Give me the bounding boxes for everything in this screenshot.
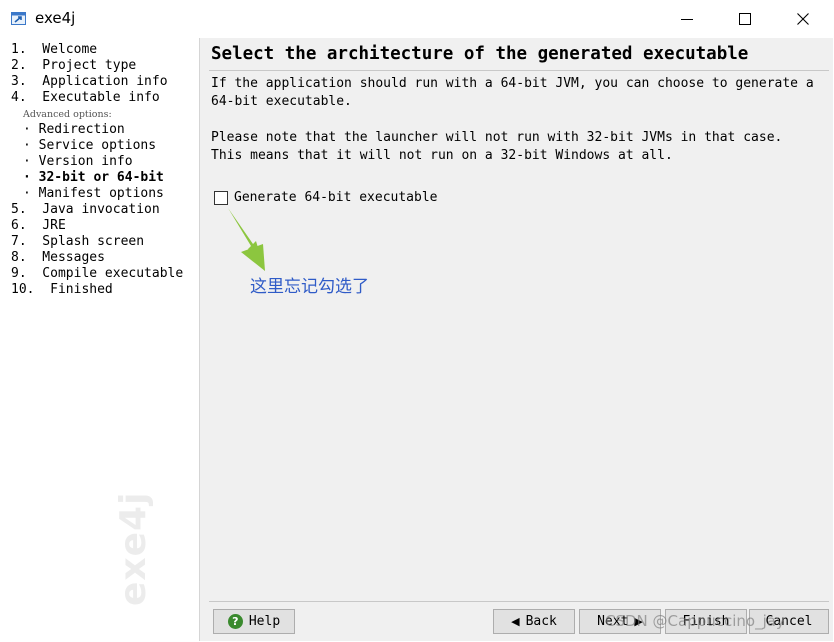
main-panel: Select the architecture of the generated…	[201, 38, 833, 641]
step-project-type[interactable]: 2. Project type	[11, 58, 136, 74]
close-icon	[797, 13, 809, 25]
window-title: exe4j	[35, 9, 76, 27]
step-manifest-options[interactable]: · Manifest options	[23, 186, 164, 202]
exe4j-watermark: exe4j	[113, 491, 154, 606]
back-button-label: Back	[525, 614, 557, 629]
csdn-watermark: CSDN @Cappuccino_jay	[605, 612, 785, 630]
footer-divider	[209, 601, 829, 602]
wizard-client-area: 1. Welcome 2. Project type 3. Applicatio…	[1, 38, 833, 641]
minimize-icon	[681, 19, 693, 20]
step-welcome[interactable]: 1. Welcome	[11, 42, 97, 58]
step-finished[interactable]: 10. Finished	[11, 282, 113, 298]
wizard-steps-sidebar: 1. Welcome 2. Project type 3. Applicatio…	[1, 38, 200, 641]
exe4j-app-icon	[11, 12, 26, 25]
step-redirection[interactable]: · Redirection	[23, 122, 125, 138]
help-button[interactable]: ? Help	[213, 609, 295, 634]
minimize-button[interactable]	[658, 0, 716, 38]
advanced-options-label: Advanced options:	[23, 109, 112, 120]
step-service-options[interactable]: · Service options	[23, 138, 156, 154]
maximize-icon	[739, 13, 751, 25]
step-splash-screen[interactable]: 7. Splash screen	[11, 234, 144, 250]
back-arrow-icon: ◀	[511, 615, 520, 628]
step-jre[interactable]: 6. JRE	[11, 218, 66, 234]
help-button-label: Help	[248, 614, 281, 629]
step-version-info[interactable]: · Version info	[23, 154, 133, 170]
step-java-invocation[interactable]: 5. Java invocation	[11, 202, 160, 218]
help-icon: ?	[227, 614, 243, 629]
annotation-arrow-icon	[228, 208, 265, 271]
step-32-or-64-bit-current[interactable]: · 32-bit or 64-bit	[23, 170, 164, 186]
back-button[interactable]: ◀ Back	[493, 609, 575, 634]
title-bar: exe4j	[0, 0, 834, 38]
step-messages[interactable]: 8. Messages	[11, 250, 105, 266]
annotation-note: 这里忘记勾选了	[250, 277, 369, 297]
step-compile-executable[interactable]: 9. Compile executable	[11, 266, 183, 282]
close-button[interactable]	[774, 0, 832, 38]
step-executable-info[interactable]: 4. Executable info	[11, 90, 160, 106]
step-application-info[interactable]: 3. Application info	[11, 74, 168, 90]
maximize-button[interactable]	[716, 0, 774, 38]
